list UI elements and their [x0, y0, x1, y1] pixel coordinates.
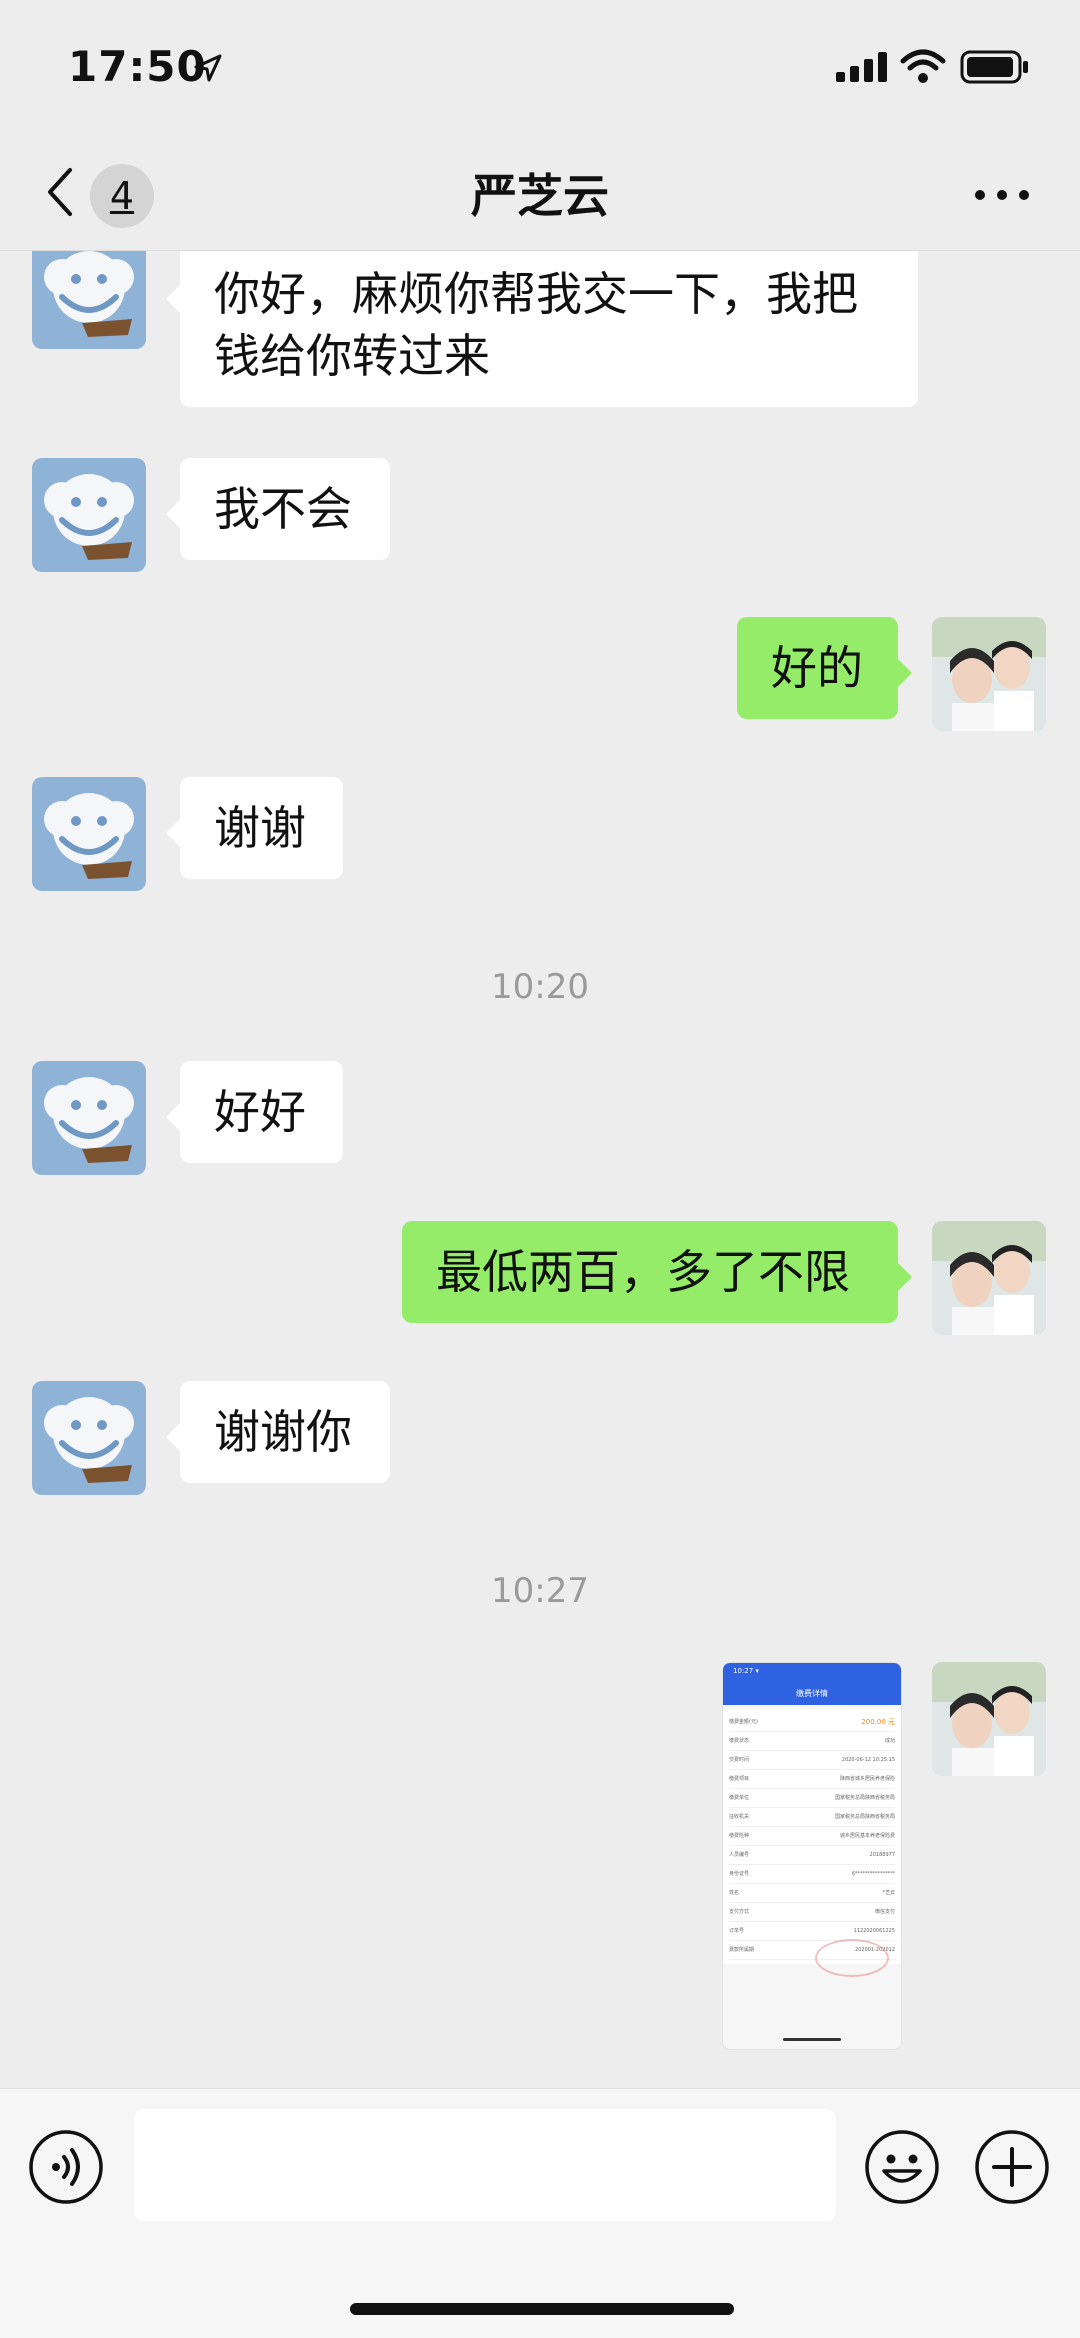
- detail-value: 微信支付: [874, 1909, 895, 1915]
- detail-row: 征收机关 国家税务总局陕西省税务局: [729, 1808, 895, 1827]
- location-arrow-icon: [194, 54, 222, 82]
- detail-row: 支付方式 微信支付: [729, 1903, 895, 1922]
- my-avatar[interactable]: [932, 617, 1046, 731]
- status-time: 17:50: [68, 42, 207, 91]
- detail-value: 20188977: [869, 1852, 895, 1858]
- detail-label: 缴费险种: [729, 1833, 750, 1839]
- contact-avatar[interactable]: [32, 1061, 146, 1175]
- message-list[interactable]: 你好，麻烦你帮我交一下，我把钱给你转过来 我不会 好的 谢谢 10:20 好好 …: [0, 251, 1080, 2088]
- detail-row: 交费时间 2020-06-12 10:25:15: [729, 1751, 895, 1770]
- contact-avatar[interactable]: [32, 1381, 146, 1495]
- detail-label: 费款所属期: [729, 1947, 755, 1953]
- emoji-icon[interactable]: [864, 2129, 940, 2205]
- chat-header: 4 严芝云: [0, 140, 1080, 251]
- timestamp: 10:20: [491, 967, 589, 1007]
- detail-row: 订单号 1122020061225: [729, 1922, 895, 1941]
- detail-value: 6****************: [851, 1871, 895, 1877]
- wifi-icon: [900, 49, 946, 83]
- signal-icon: [836, 52, 887, 82]
- image-home-indicator: [783, 2038, 841, 2041]
- battery-icon: [960, 50, 1028, 84]
- detail-value: 成功: [884, 1738, 895, 1744]
- image-message[interactable]: 10:27 ▾ 缴费详情 缴费金额(元) 200.00 元 缴费状态 成功 交费时…: [722, 1662, 902, 2050]
- message-bubble[interactable]: 最低两百，多了不限: [402, 1221, 912, 1323]
- detail-label: 支付方式: [729, 1909, 750, 1915]
- detail-row: 缴费险种 城乡居民基本养老保险费: [729, 1827, 895, 1846]
- detail-label: 缴费单位: [729, 1795, 750, 1801]
- my-avatar[interactable]: [932, 1662, 1046, 1776]
- message-input[interactable]: [134, 2109, 836, 2221]
- detail-row: 缴费金额(元) 200.00 元: [729, 1713, 895, 1732]
- detail-label: 身份证号: [729, 1871, 750, 1877]
- detail-value: *芝云: [882, 1890, 895, 1896]
- message-bubble[interactable]: 谢谢你: [166, 1381, 390, 1483]
- detail-row: 缴费单位 国家税务总局陕西省税务局: [729, 1789, 895, 1808]
- detail-label: 姓名: [729, 1890, 740, 1896]
- message-bubble[interactable]: 我不会: [166, 458, 390, 560]
- detail-label: 征收机关: [729, 1814, 750, 1820]
- message-bubble[interactable]: 谢谢: [166, 777, 343, 879]
- message-bubble[interactable]: 好好: [166, 1061, 343, 1163]
- detail-amount: 200.00 元: [861, 1718, 895, 1726]
- contact-avatar[interactable]: [32, 777, 146, 891]
- detail-label: 缴费状态: [729, 1738, 750, 1744]
- timestamp: 10:27: [491, 1571, 589, 1611]
- image-title: 缴费详情: [796, 1689, 828, 1698]
- detail-label: 订单号: [729, 1928, 745, 1934]
- plus-icon[interactable]: [974, 2129, 1050, 2205]
- detail-row: 缴费状态 成功: [729, 1732, 895, 1751]
- detail-row: 身份证号 6****************: [729, 1865, 895, 1884]
- detail-value: 陕西省城乡居民养老保险: [839, 1776, 895, 1782]
- official-seal: [815, 1939, 889, 1977]
- detail-value: 2020-06-12 10:25:15: [841, 1757, 895, 1763]
- contact-avatar[interactable]: [32, 458, 146, 572]
- status-bar: 17:50: [0, 0, 1080, 140]
- detail-row: 人员编号 20188977: [729, 1846, 895, 1865]
- detail-value: 城乡居民基本养老保险费: [839, 1833, 895, 1839]
- detail-label: 交费时间: [729, 1757, 750, 1763]
- my-avatar[interactable]: [932, 1221, 1046, 1335]
- contact-avatar[interactable]: [32, 251, 146, 349]
- home-indicator: [350, 2303, 734, 2315]
- message-bubble[interactable]: 你好，麻烦你帮我交一下，我把钱给你转过来: [166, 251, 918, 407]
- more-options-icon[interactable]: [972, 180, 1032, 210]
- image-details: 缴费金额(元) 200.00 元 缴费状态 成功 交费时间 2020-06-12 1…: [723, 1709, 901, 1964]
- detail-label: 人员编号: [729, 1852, 750, 1858]
- detail-label: 缴费金额(元): [729, 1719, 758, 1725]
- detail-value: 国家税务总局陕西省税务局: [834, 1795, 895, 1801]
- detail-row: 缴费项目 陕西省城乡居民养老保险: [729, 1770, 895, 1789]
- detail-value: 国家税务总局陕西省税务局: [834, 1814, 895, 1820]
- detail-value: 1122020061225: [853, 1928, 895, 1934]
- message-bubble[interactable]: 好的: [737, 617, 912, 719]
- detail-row: 姓名 *芝云: [729, 1884, 895, 1903]
- image-header: 10:27 ▾ 缴费详情: [723, 1663, 901, 1705]
- input-bar: [0, 2088, 1080, 2338]
- voice-input-icon[interactable]: [28, 2129, 104, 2205]
- image-status-time: 10:27 ▾: [733, 1667, 759, 1675]
- detail-label: 缴费项目: [729, 1776, 750, 1782]
- chat-title: 严芝云: [471, 169, 609, 223]
